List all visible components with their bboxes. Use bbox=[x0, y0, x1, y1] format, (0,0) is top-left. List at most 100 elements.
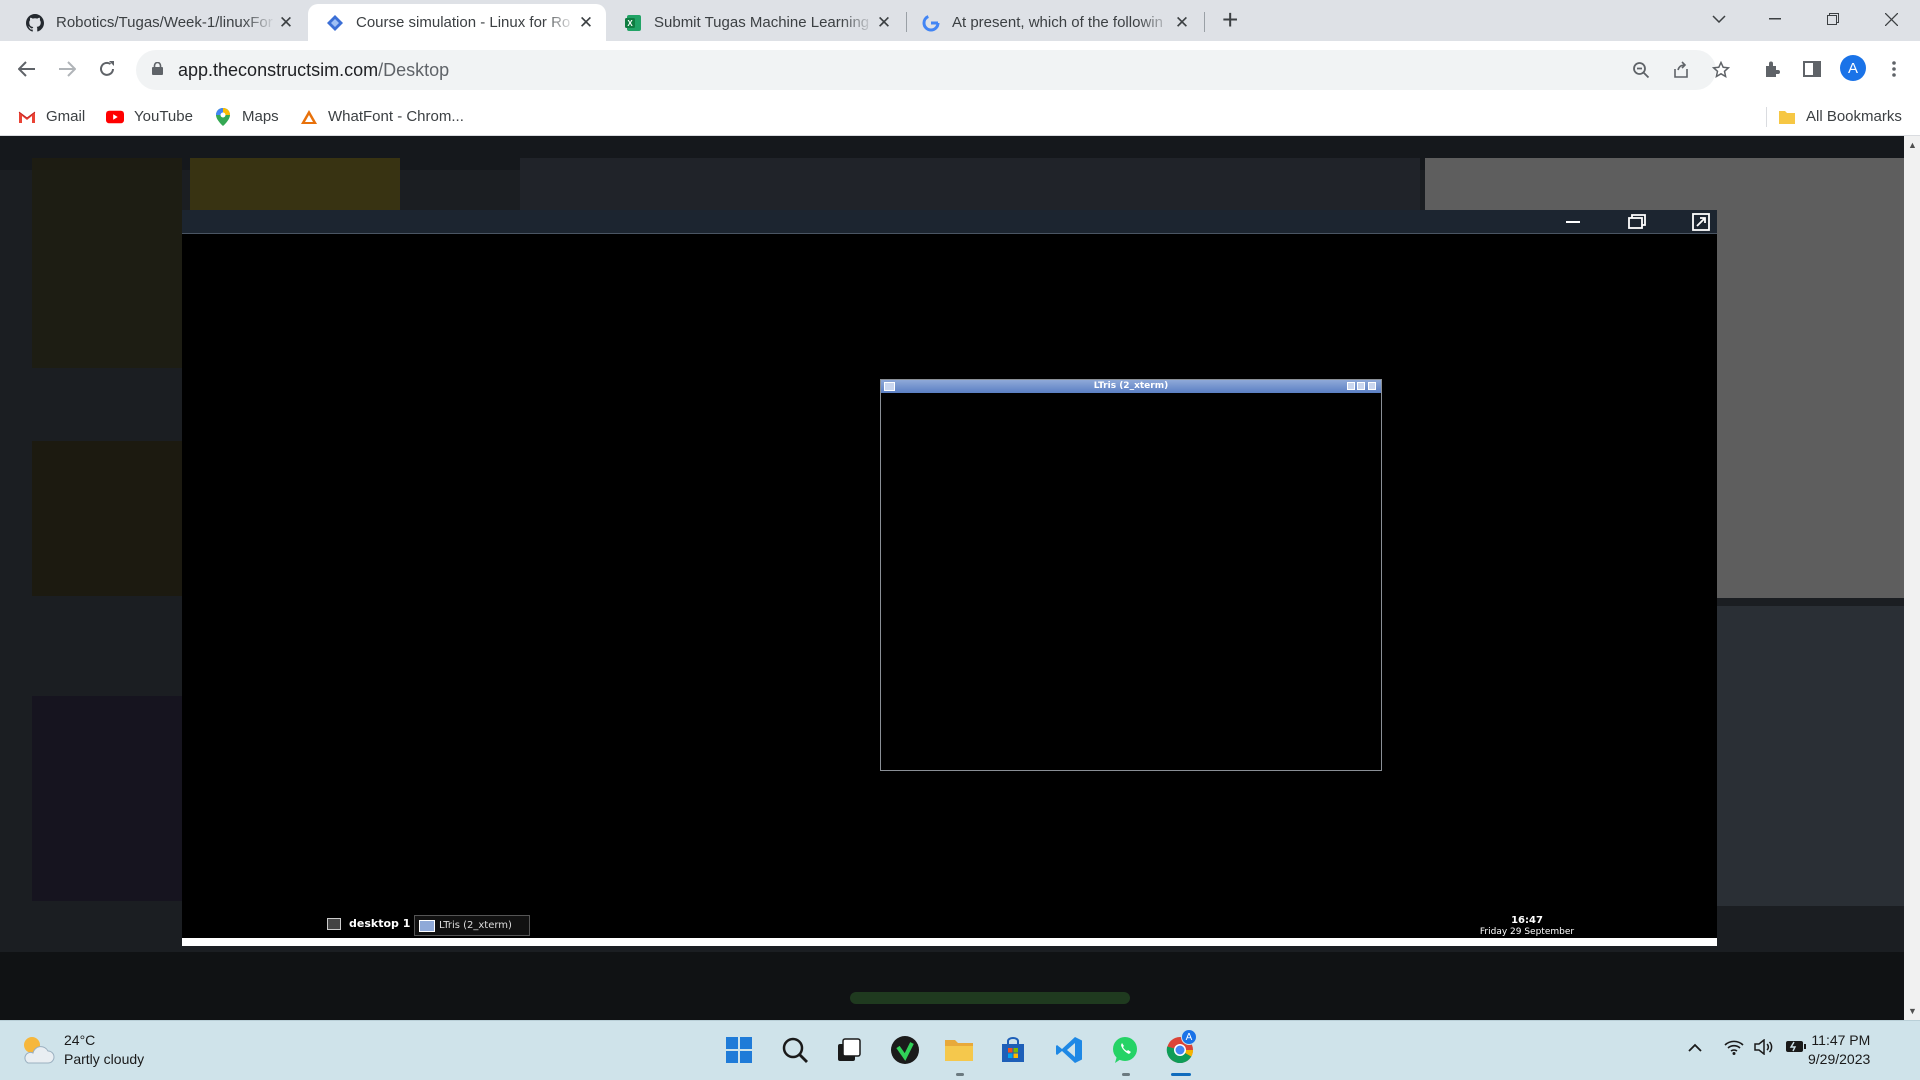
desktop-icon bbox=[327, 917, 341, 930]
close-tab-icon[interactable]: ✕ bbox=[276, 13, 296, 33]
show-hidden-icons-icon[interactable] bbox=[1688, 1039, 1702, 1057]
window-menu-icon[interactable] bbox=[884, 382, 895, 391]
url-path: /Desktop bbox=[378, 60, 450, 80]
start-button[interactable] bbox=[722, 1033, 756, 1067]
profile-avatar[interactable]: A bbox=[1840, 55, 1866, 81]
close-tab-icon[interactable]: ✕ bbox=[576, 13, 596, 33]
vpn-shield-icon[interactable] bbox=[888, 1033, 922, 1067]
remote-desktop-titlebar bbox=[182, 210, 1717, 234]
file-explorer-icon[interactable] bbox=[942, 1033, 976, 1067]
bookmark-label: YouTube bbox=[134, 108, 193, 125]
taskbar-item-ltris[interactable]: LTris (2_xterm) bbox=[414, 915, 530, 936]
background-footer bbox=[0, 952, 1904, 1020]
youtube-icon bbox=[106, 109, 124, 125]
fullscreen-icon[interactable] bbox=[1690, 212, 1712, 232]
bookmark-label: All Bookmarks bbox=[1806, 108, 1902, 125]
close-tab-icon[interactable]: ✕ bbox=[1172, 13, 1192, 33]
system-clock[interactable]: 11:47 PM 9/29/2023 bbox=[1808, 1031, 1870, 1069]
folder-icon bbox=[1778, 109, 1796, 125]
back-button[interactable] bbox=[13, 55, 41, 83]
bookmark-maps[interactable]: Maps bbox=[214, 107, 279, 126]
lock-icon[interactable] bbox=[152, 62, 163, 75]
scroll-up-icon[interactable]: ▲ bbox=[1908, 140, 1917, 150]
bookmark-star-icon[interactable] bbox=[1710, 59, 1732, 81]
tab-title: Robotics/Tugas/Week-1/linuxFor bbox=[56, 14, 273, 31]
task-view-icon[interactable] bbox=[832, 1033, 866, 1067]
svg-text:X: X bbox=[627, 19, 633, 28]
scroll-down-icon[interactable]: ▼ bbox=[1908, 1006, 1917, 1016]
bookmark-youtube[interactable]: YouTube bbox=[106, 108, 193, 125]
tab-search-button[interactable] bbox=[1692, 0, 1746, 38]
url-text[interactable]: app.theconstructsim.com/Desktop bbox=[178, 60, 449, 81]
search-icon[interactable] bbox=[778, 1033, 812, 1067]
browser-toolbar: app.theconstructsim.com/Desktop bbox=[0, 41, 1920, 99]
bookmark-whatfont[interactable]: WhatFont - Chrom... bbox=[300, 108, 464, 125]
remote-desktop-window[interactable]: LTris (2_xterm) desktop 1 LTris (2_xterm… bbox=[182, 210, 1717, 946]
tab-github[interactable]: Robotics/Tugas/Week-1/linuxFor ✕ bbox=[8, 4, 306, 41]
whatsapp-icon[interactable] bbox=[1108, 1033, 1142, 1067]
tab-course-simulation[interactable]: Course simulation - Linux for Ro ✕ bbox=[308, 4, 606, 41]
bookmark-label: WhatFont - Chrom... bbox=[328, 108, 464, 125]
extensions-icon[interactable] bbox=[1758, 55, 1786, 83]
window-icon bbox=[419, 919, 435, 932]
new-tab-button[interactable]: + bbox=[1222, 6, 1238, 34]
constructsim-icon bbox=[326, 14, 344, 32]
windows-taskbar: 24°C Partly cloudy A 11:47 PM 9/29/2023 bbox=[0, 1020, 1920, 1080]
forward-button[interactable] bbox=[53, 55, 81, 83]
close-window-button[interactable] bbox=[1864, 0, 1918, 38]
all-bookmarks-button[interactable]: All Bookmarks bbox=[1778, 108, 1902, 125]
share-icon[interactable] bbox=[1670, 59, 1692, 81]
maximize-icon[interactable] bbox=[1357, 382, 1365, 390]
restore-icon[interactable] bbox=[1626, 212, 1648, 232]
vnc-clock: 16:47 Friday 29 September bbox=[1472, 915, 1582, 938]
tab-google-search[interactable]: At present, which of the followin ✕ bbox=[904, 4, 1202, 41]
weather-description: Partly cloudy bbox=[64, 1051, 145, 1067]
restore-window-button[interactable] bbox=[1806, 0, 1860, 38]
running-indicator bbox=[956, 1073, 964, 1076]
task-label: LTris (2_xterm) bbox=[439, 920, 512, 931]
maps-icon bbox=[214, 107, 232, 126]
system-time: 11:47 PM bbox=[1811, 1032, 1871, 1048]
close-tab-icon[interactable]: ✕ bbox=[874, 13, 894, 33]
page-scrollbar[interactable]: ▲ ▼ bbox=[1904, 136, 1920, 1020]
menu-kebab-icon[interactable] bbox=[1880, 55, 1908, 83]
gmail-icon bbox=[18, 109, 36, 125]
remote-desktop-bottom-border bbox=[182, 938, 1717, 946]
clock-time: 16:47 bbox=[1511, 915, 1543, 926]
weather-widget[interactable]: 24°C Partly cloudy bbox=[18, 1031, 144, 1069]
close-icon[interactable] bbox=[1368, 382, 1376, 390]
workspace-label: desktop 1 bbox=[349, 917, 411, 930]
xterm-titlebar[interactable]: LTris (2_xterm) bbox=[881, 380, 1381, 393]
xterm-window[interactable]: LTris (2_xterm) bbox=[880, 379, 1382, 771]
battery-icon[interactable] bbox=[1785, 1039, 1807, 1058]
xterm-title: LTris (2_xterm) bbox=[1093, 381, 1169, 391]
reload-button[interactable] bbox=[93, 55, 121, 83]
background-thumbnail bbox=[32, 441, 182, 596]
tab-separator bbox=[1204, 12, 1205, 32]
minimize-icon[interactable] bbox=[1562, 212, 1584, 232]
background-editor-bar bbox=[520, 158, 1420, 218]
wifi-icon[interactable] bbox=[1724, 1039, 1744, 1060]
whatfont-icon bbox=[300, 109, 318, 125]
chrome-profile-badge: A bbox=[1181, 1029, 1197, 1045]
side-panel-icon[interactable] bbox=[1798, 55, 1826, 83]
address-bar[interactable]: app.theconstructsim.com/Desktop bbox=[136, 50, 1730, 90]
minimize-window-button[interactable] bbox=[1748, 0, 1802, 38]
background-thumbnail bbox=[32, 696, 182, 901]
bookmarks-bar: Gmail YouTube Maps WhatFont - Chrom... A… bbox=[0, 99, 1920, 136]
tab-separator bbox=[906, 12, 907, 32]
microsoft-store-icon[interactable] bbox=[996, 1033, 1030, 1067]
bookmark-label: Maps bbox=[242, 108, 279, 125]
volume-icon[interactable] bbox=[1754, 1038, 1774, 1060]
clock-date: Friday 29 September bbox=[1479, 927, 1575, 937]
bookmark-label: Gmail bbox=[46, 108, 86, 125]
active-indicator bbox=[1171, 1073, 1191, 1076]
vscode-icon[interactable] bbox=[1052, 1033, 1086, 1067]
tab-title: Course simulation - Linux for Ro bbox=[356, 14, 571, 31]
zoom-icon[interactable] bbox=[1630, 59, 1652, 81]
background-progress bbox=[850, 992, 1130, 1004]
bookmark-gmail[interactable]: Gmail bbox=[18, 108, 85, 125]
workspace-switcher[interactable]: desktop 1 bbox=[327, 917, 410, 930]
tab-submit-tugas[interactable]: X Submit Tugas Machine Learning ✕ bbox=[606, 4, 904, 41]
iconify-icon[interactable] bbox=[1347, 382, 1355, 390]
